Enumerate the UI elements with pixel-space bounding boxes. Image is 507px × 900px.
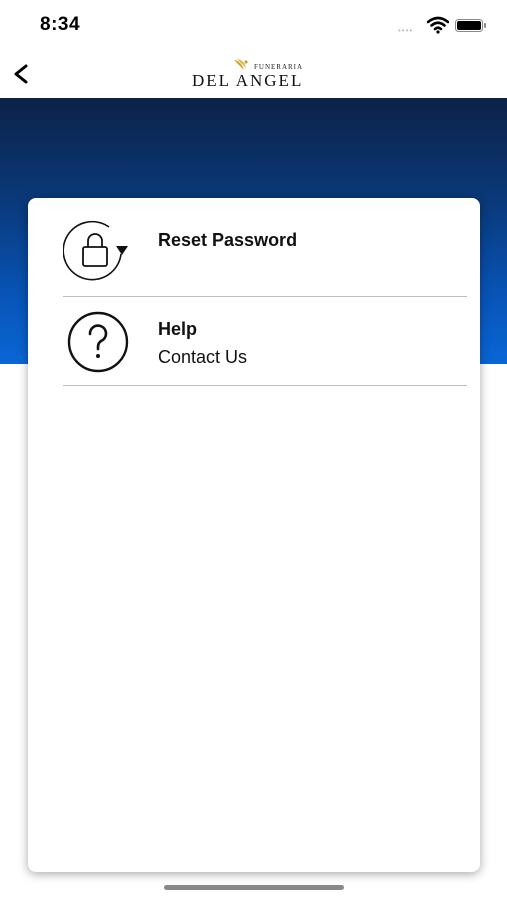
brand-logo: FUNERARIA DEL ANGEL [190,58,320,92]
wifi-icon [427,16,449,34]
menu-card: Reset Password Help Contact Us [28,198,480,872]
lock-reset-icon [63,220,128,281]
question-circle-icon [67,311,129,373]
help-title: Help [158,319,198,339]
home-indicator[interactable] [164,885,344,890]
logo-small-text: FUNERARIA [254,63,304,71]
status-bar: 8:34 •••• [0,0,507,50]
logo-main-text: DEL ANGEL [192,71,304,90]
contact-us-link[interactable]: Contact Us [158,347,247,368]
help-item[interactable]: Help Contact Us [63,297,467,386]
back-button[interactable] [8,56,36,92]
nav-bar: FUNERARIA DEL ANGEL [0,50,507,98]
signal-icon: •••• [398,26,414,35]
chevron-left-icon [14,64,28,84]
status-time: 8:34 [40,14,81,35]
battery-icon [455,19,486,32]
reset-password-item[interactable]: Reset Password [63,208,467,297]
reset-password-title: Reset Password [158,230,298,250]
